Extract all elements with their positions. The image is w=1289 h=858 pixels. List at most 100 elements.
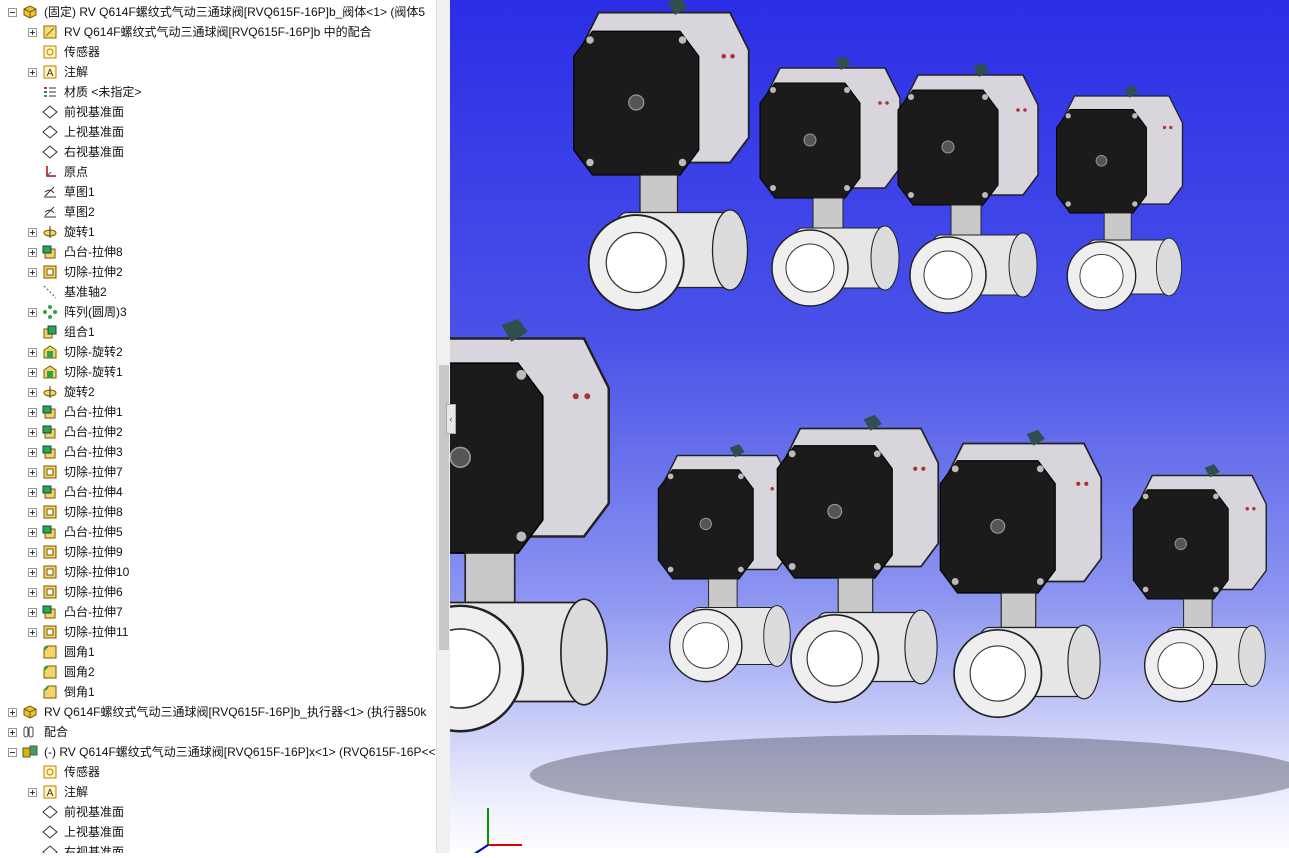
- valve-assembly[interactable]: [1056, 85, 1184, 311]
- expand-icon[interactable]: [28, 248, 37, 257]
- tree-item-label: 切除-拉伸7: [64, 465, 123, 479]
- cap-screw: [1142, 493, 1149, 500]
- expand-icon[interactable]: [28, 528, 37, 537]
- mates-icon: [22, 724, 38, 740]
- cap-screw: [982, 94, 988, 100]
- valve-assembly[interactable]: [939, 429, 1103, 719]
- expand-icon[interactable]: [28, 568, 37, 577]
- expand-icon[interactable]: [28, 488, 37, 497]
- port-hole: [572, 393, 579, 400]
- feature-manager-tree[interactable]: (固定) RV Q614F螺纹式气动三通球阀[RVQ615F-16P]b_阀体<…: [0, 0, 436, 853]
- fillet-icon: [42, 644, 58, 660]
- valve-assembly[interactable]: [776, 414, 940, 704]
- side-port: [763, 605, 791, 667]
- axis-icon: [42, 284, 58, 300]
- tree-item-label: 基准轴2: [64, 285, 107, 299]
- expand-icon[interactable]: [28, 608, 37, 617]
- material-icon: [42, 84, 58, 100]
- expand-icon[interactable]: [28, 268, 37, 277]
- graphics-viewport[interactable]: [376, 0, 1289, 854]
- cap-screw: [844, 87, 850, 93]
- side-port: [904, 609, 938, 685]
- collapse-icon[interactable]: [8, 748, 17, 757]
- boss-extrude-icon: [42, 444, 58, 460]
- plane-icon: [42, 804, 58, 820]
- tree-item-label: 组合1: [64, 325, 95, 339]
- expand-icon[interactable]: [28, 68, 37, 77]
- valve-bore: [682, 622, 730, 669]
- sensor-icon: [42, 44, 58, 60]
- expand-icon[interactable]: [8, 728, 17, 737]
- expand-icon[interactable]: [28, 308, 37, 317]
- port-hole: [921, 466, 926, 471]
- tree-item-label: 凸台-拉伸2: [64, 425, 123, 439]
- expand-icon[interactable]: [28, 28, 37, 37]
- cap-screw: [1213, 586, 1219, 593]
- cut-extrude-icon: [42, 624, 58, 640]
- expand-icon[interactable]: [28, 388, 37, 397]
- expand-icon[interactable]: [8, 708, 17, 717]
- tree-item-label: RV Q614F螺纹式气动三通球阀[RVQ615F-16P]b_执行器<1> (…: [44, 705, 427, 719]
- tree-item-label: 传感器: [64, 765, 101, 779]
- expand-icon[interactable]: [28, 588, 37, 597]
- cap-screw: [1065, 201, 1071, 207]
- tree-item-label: 注解: [64, 65, 89, 79]
- cap-screw: [982, 192, 988, 198]
- valve-assembly[interactable]: [376, 318, 610, 733]
- expand-icon[interactable]: [28, 428, 37, 437]
- port-hole: [1023, 108, 1027, 112]
- port-hole: [721, 54, 726, 59]
- cut-extrude-icon: [42, 464, 58, 480]
- valve-model-scene: [376, 0, 1289, 854]
- mounting-bracket: [464, 552, 516, 604]
- expand-icon[interactable]: [28, 348, 37, 357]
- mounting-bracket: [1183, 598, 1213, 628]
- tree-item-label: 阵列(圆周)3: [64, 305, 127, 319]
- expand-icon[interactable]: [28, 368, 37, 377]
- valve-assembly[interactable]: [759, 56, 901, 307]
- tree-item-label: 旋转1: [64, 225, 95, 239]
- mounting-bracket: [950, 204, 982, 236]
- expand-icon[interactable]: [28, 508, 37, 517]
- port-hole: [878, 101, 882, 105]
- tree-item-label: 前视基准面: [64, 105, 125, 119]
- expand-icon[interactable]: [28, 448, 37, 457]
- tree-item-label: 凸台-拉伸1: [64, 405, 123, 419]
- mounting-bracket: [708, 578, 738, 608]
- tree-item-label: 切除-拉伸6: [64, 585, 123, 599]
- valve-assembly[interactable]: [1132, 464, 1267, 703]
- actuator-center-bolt: [449, 446, 471, 469]
- cap-screw: [1132, 113, 1138, 119]
- cap-screw: [951, 465, 959, 473]
- cap-screw: [738, 566, 744, 573]
- sketch-icon: [42, 184, 58, 200]
- port-hole: [730, 54, 735, 59]
- panel-collapse-handle[interactable]: ‹: [446, 404, 456, 434]
- valve-assembly[interactable]: [657, 444, 792, 683]
- plane-icon: [42, 824, 58, 840]
- tree-item-label: 圆角1: [64, 645, 95, 659]
- expand-icon[interactable]: [28, 228, 37, 237]
- mounting-bracket: [837, 577, 874, 614]
- side-port: [711, 209, 749, 291]
- expand-icon[interactable]: [28, 628, 37, 637]
- cut-extrude-icon: [42, 584, 58, 600]
- actuator-center-bolt: [699, 517, 712, 531]
- expand-icon[interactable]: [28, 468, 37, 477]
- tree-item-label: 原点: [64, 165, 89, 179]
- collapse-icon[interactable]: [8, 8, 17, 17]
- expand-icon[interactable]: [28, 788, 37, 797]
- cut-revolve-icon: [42, 364, 58, 380]
- tree-item-label: 上视基准面: [64, 125, 125, 139]
- circular-pattern-icon: [42, 304, 58, 320]
- tree-item-label: 切除-拉伸11: [64, 625, 129, 639]
- boss-extrude-icon: [42, 244, 58, 260]
- tree-item-label: 凸台-拉伸4: [64, 485, 123, 499]
- expand-icon[interactable]: [28, 408, 37, 417]
- expand-icon[interactable]: [28, 548, 37, 557]
- valve-assembly[interactable]: [897, 63, 1039, 314]
- cap-screw: [770, 185, 776, 191]
- boss-extrude-icon: [42, 524, 58, 540]
- mounting-bracket: [1000, 592, 1037, 629]
- valve-assembly[interactable]: [573, 0, 750, 311]
